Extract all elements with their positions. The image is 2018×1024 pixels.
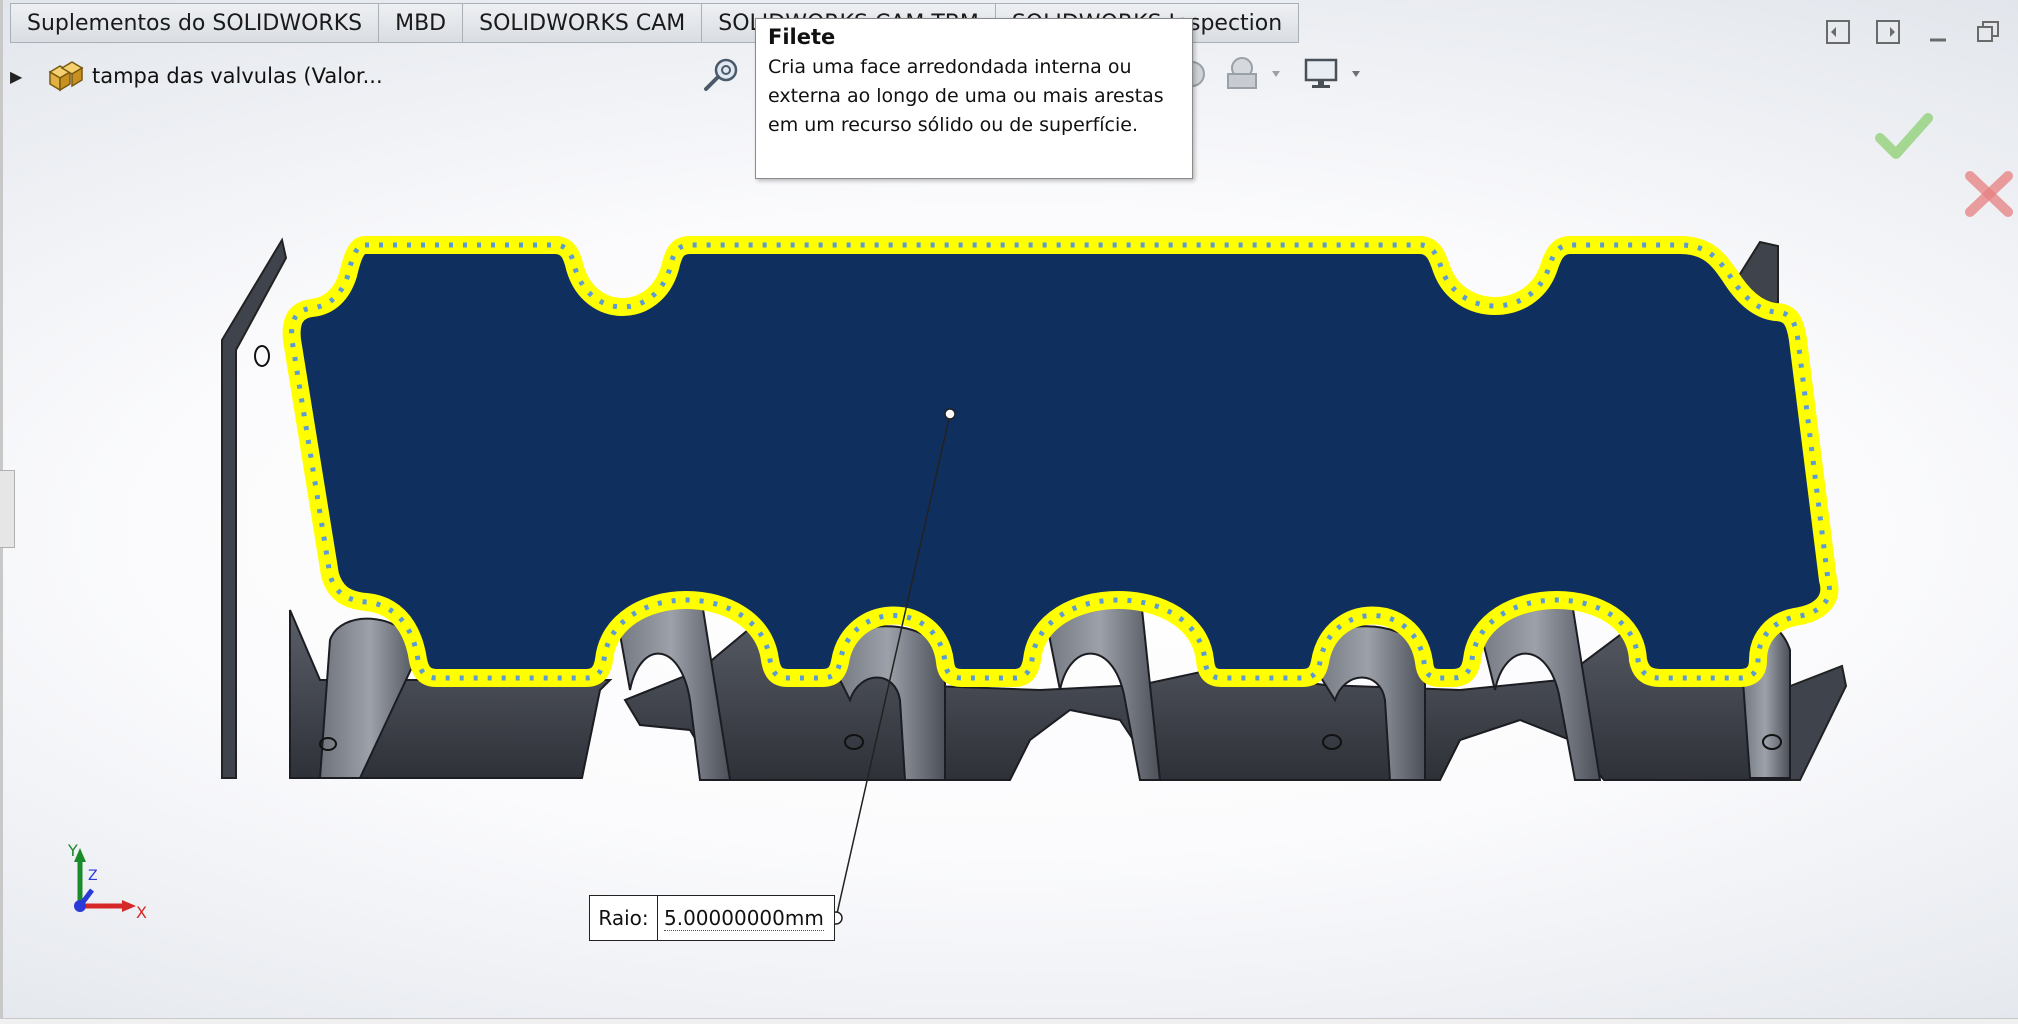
leader-point-top (944, 408, 956, 420)
triad-x-label: X (136, 903, 147, 922)
reference-triad: Y Z X (67, 841, 147, 922)
triad-z-label: Z (88, 868, 98, 884)
window-bottom-border (0, 1018, 2018, 1024)
triad-y-label: Y (67, 841, 78, 860)
radius-label: Raio: (590, 896, 658, 940)
radius-value: 5.00000000mm (664, 906, 824, 931)
tooltip-body: Cria uma face arredondada interna ou ext… (768, 56, 1164, 136)
radius-input[interactable]: 5.00000000mm (658, 896, 834, 940)
left-flange (221, 237, 288, 779)
tooltip-title: Filete (768, 25, 836, 49)
filete-tooltip: Filete Cria uma face arredondada interna… (755, 18, 1193, 179)
radius-dimension-box[interactable]: Raio: 5.00000000mm (589, 895, 835, 941)
